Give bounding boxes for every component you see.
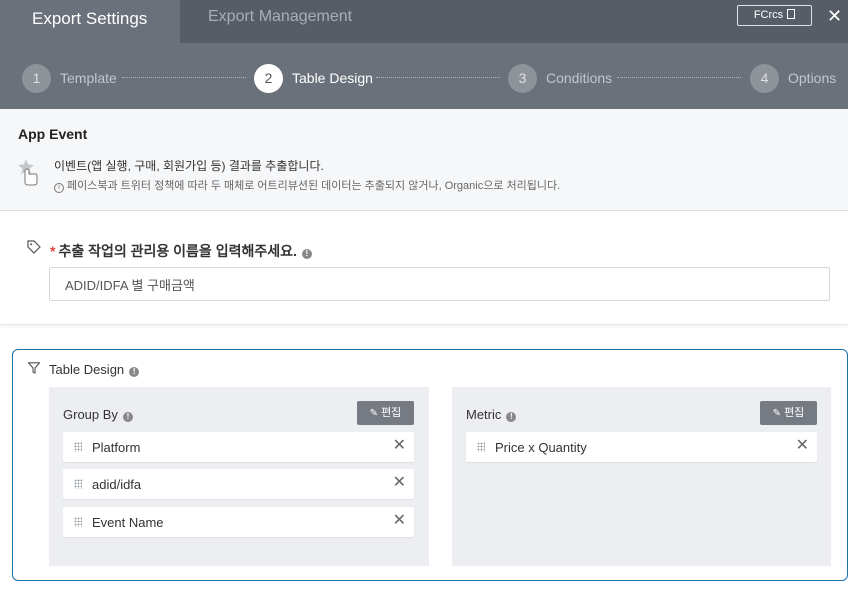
- metric-title: Metric!: [466, 407, 517, 422]
- edit-label: 편집: [381, 407, 402, 419]
- job-name-input[interactable]: [49, 267, 830, 301]
- event-description: 이벤트(앱 실행, 구매, 회원가입 등) 결과를 추출합니다.: [54, 159, 324, 173]
- copy-icon: [787, 9, 796, 19]
- group-by-item[interactable]: Event Name ✕: [63, 507, 414, 537]
- step-number: 1: [22, 63, 51, 93]
- tag-icon: [27, 240, 41, 254]
- top-tab-bar: Export Settings Export Management FCrcs …: [0, 0, 848, 43]
- step-conditions[interactable]: 3 Conditions: [508, 63, 612, 93]
- step-connector: [376, 77, 500, 78]
- remove-icon[interactable]: ✕: [393, 511, 406, 531]
- help-icon[interactable]: !: [122, 412, 133, 422]
- step-table-design[interactable]: 2 Table Design: [254, 63, 373, 93]
- group-by-item-label: Platform: [92, 440, 141, 455]
- close-icon[interactable]: ✕: [827, 3, 842, 29]
- metric-title-text: Metric: [466, 407, 502, 422]
- pencil-icon: ✎: [369, 408, 379, 419]
- step-label: Template: [60, 70, 117, 86]
- tab-export-management[interactable]: Export Management: [208, 0, 352, 37]
- remove-icon[interactable]: ✕: [393, 473, 406, 493]
- required-mark: *: [50, 243, 56, 259]
- edit-label: 편집: [784, 407, 805, 419]
- metric-panel: Metric! ✎ 편집 Price x Quantity ✕: [452, 387, 831, 566]
- job-name-label: * 추출 작업의 관리용 이름을 입력해주세요.!: [50, 241, 312, 261]
- event-note: i 페이스북과 트위터 정책에 따라 두 매체로 어트리뷰션된 데이터는 추출되지…: [54, 177, 560, 193]
- step-template[interactable]: 1 Template: [22, 63, 117, 93]
- group-by-item[interactable]: Platform ✕: [63, 432, 414, 462]
- group-by-item-label: Event Name: [92, 515, 164, 530]
- fcrcs-copy-button[interactable]: FCrcs: [737, 5, 812, 26]
- metric-item[interactable]: Price x Quantity ✕: [466, 432, 817, 462]
- table-design-card: Table Design! Group By! ✎ 편집 Platform ✕ a…: [12, 349, 848, 581]
- filter-icon: [28, 362, 40, 374]
- step-connector: [617, 77, 741, 78]
- group-by-item[interactable]: adid/idfa ✕: [63, 469, 414, 499]
- drag-handle-icon[interactable]: [74, 442, 82, 452]
- remove-icon[interactable]: ✕: [796, 436, 809, 456]
- group-by-title: Group By!: [63, 407, 133, 422]
- tab-export-settings[interactable]: Export Settings: [0, 0, 180, 43]
- job-name-label-text: 추출 작업의 관리용 이름을 입력해주세요.: [58, 243, 297, 259]
- step-label: Options: [788, 70, 837, 86]
- help-icon[interactable]: !: [506, 412, 517, 422]
- help-icon[interactable]: !: [301, 249, 312, 259]
- step-number: 4: [750, 63, 779, 93]
- drag-handle-icon[interactable]: [74, 517, 82, 527]
- drag-handle-icon[interactable]: [74, 479, 82, 489]
- app-event-section: App Event 이벤트(앱 실행, 구매, 회원가입 등) 결과를 추출합니…: [0, 109, 848, 211]
- step-indicator: 1 Template 2 Table Design 3 Conditions 4…: [0, 43, 848, 109]
- group-by-item-label: adid/idfa: [92, 477, 142, 492]
- event-note-text: 페이스북과 트위터 정책에 따라 두 매체로 어트리뷰션된 데이터는 추출되지 …: [67, 180, 561, 192]
- step-number: 3: [508, 63, 537, 93]
- step-number: 2: [254, 63, 283, 93]
- step-label: Table Design: [292, 70, 373, 86]
- drag-handle-icon[interactable]: [477, 442, 485, 452]
- job-name-section: * 추출 작업의 관리용 이름을 입력해주세요.!: [0, 211, 848, 325]
- group-by-panel: Group By! ✎ 편집 Platform ✕ adid/idfa ✕ Eve…: [49, 387, 429, 566]
- step-label: Conditions: [546, 70, 613, 86]
- step-connector: [122, 77, 246, 78]
- help-icon[interactable]: !: [129, 367, 140, 377]
- metric-edit-button[interactable]: ✎ 편집: [760, 401, 817, 425]
- step-options[interactable]: 4 Options: [750, 63, 836, 93]
- fcrcs-label: FCrcs: [753, 9, 784, 21]
- event-title: App Event: [18, 126, 88, 142]
- table-design-title: Table Design!: [49, 362, 140, 377]
- table-design-title-text: Table Design: [49, 362, 125, 377]
- star-icon[interactable]: [17, 158, 39, 186]
- info-icon: i: [54, 183, 64, 193]
- group-by-edit-button[interactable]: ✎ 편집: [357, 401, 414, 425]
- metric-item-label: Price x Quantity: [495, 440, 587, 455]
- remove-icon[interactable]: ✕: [393, 436, 406, 456]
- pencil-icon: ✎: [772, 408, 782, 419]
- group-by-title-text: Group By: [63, 407, 118, 422]
